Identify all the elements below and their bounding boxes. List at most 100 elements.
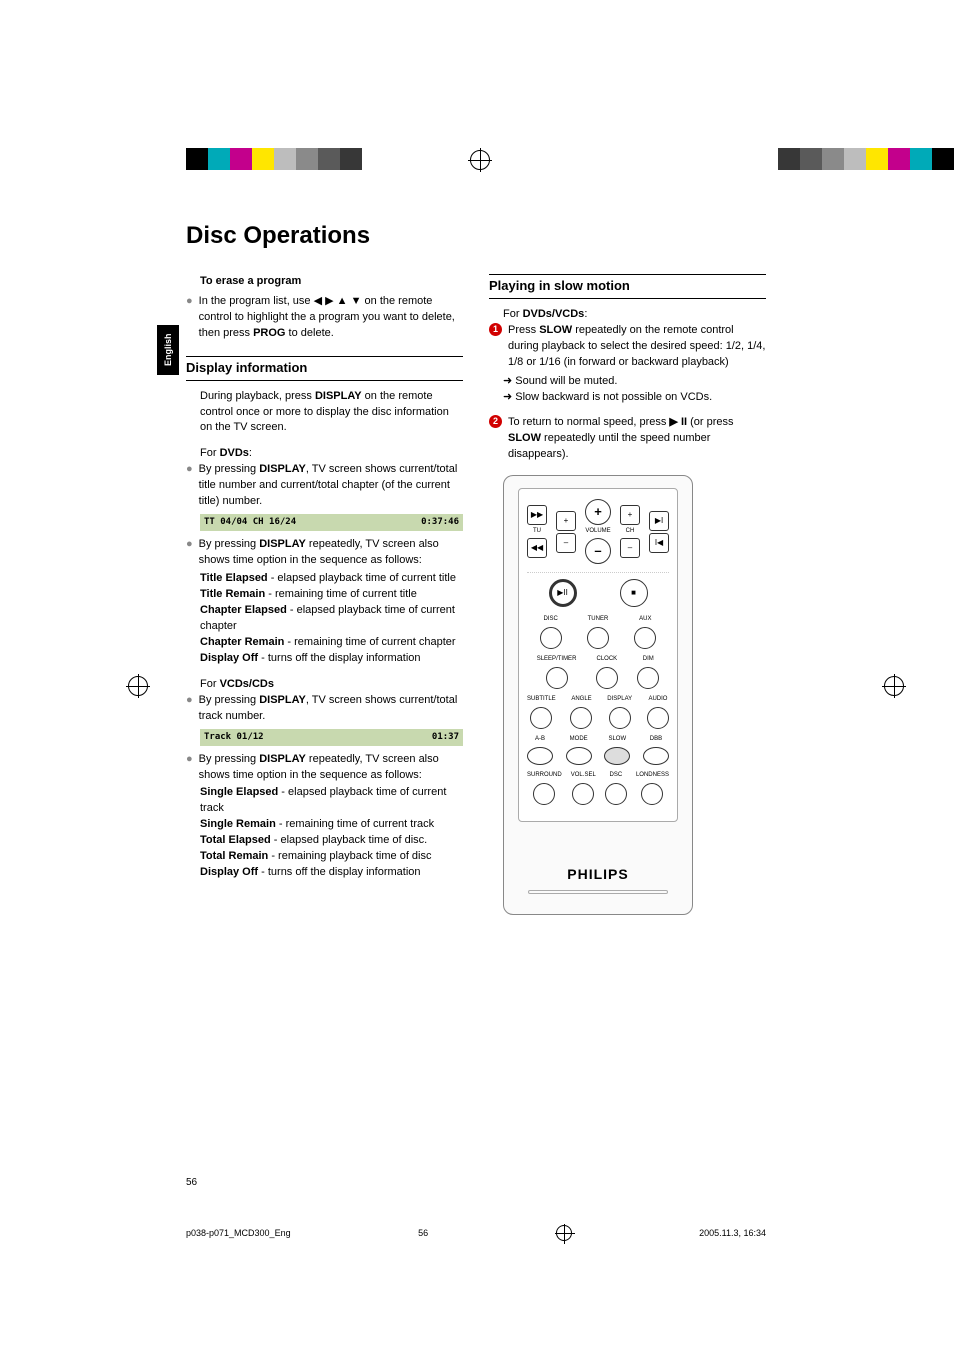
footer-page: 56 [418, 1228, 428, 1238]
dbb-label: DBB [650, 735, 662, 745]
dim-label: DIM [643, 655, 654, 665]
plus-button: + [556, 511, 576, 531]
minus-button: – [556, 533, 576, 553]
slow-arrow-2: ➜ Slow backward is not possible on VCDs. [503, 390, 766, 406]
mode-button [566, 747, 592, 765]
single-remain: Single Remain - remaining time of curren… [200, 817, 463, 833]
clock-label: CLOCK [597, 655, 618, 665]
remote-control-illustration: ▶▶ TU ◀◀ + – + VOLUME – [503, 475, 693, 915]
next-button: ▶I [649, 511, 669, 531]
dsc-label: DSC [610, 771, 623, 781]
tuner-label: TUNER [588, 615, 609, 625]
bullet-icon: ● [186, 693, 193, 725]
display-off-2: Display Off - turns off the display info… [200, 865, 463, 881]
bullet-icon: ● [186, 537, 193, 569]
vol-up-button: + [585, 499, 611, 525]
surround-button [533, 783, 555, 805]
angle-label: ANGLE [571, 695, 591, 705]
loudness-label: LONDNESS [636, 771, 669, 781]
ab-label: A-B [535, 735, 545, 745]
ch-down-button: – [620, 538, 640, 558]
display-button [609, 707, 631, 729]
single-elapsed: Single Elapsed - elapsed playback time o… [200, 785, 463, 817]
display-off-1: Display Off - turns off the display info… [200, 651, 463, 667]
dsc-button [605, 783, 627, 805]
tuner-button [587, 627, 609, 649]
slow-button [604, 747, 630, 765]
registration-mark [470, 150, 490, 170]
chapter-remain: Chapter Remain - remaining time of curre… [200, 635, 463, 651]
step-2-text: To return to normal speed, press ▶ II (o… [508, 415, 766, 463]
bullet-icon: ● [186, 462, 193, 510]
erase-body: In the program list, use ◀ ▶ ▲ ▼ on the … [199, 294, 463, 342]
display-intro: During playback, press DISPLAY on the re… [200, 389, 463, 437]
dvds-bullet-1: By pressing DISPLAY, TV screen shows cur… [199, 462, 463, 510]
page-number: 56 [186, 1177, 197, 1188]
volume-label: VOLUME [585, 527, 610, 536]
ffwd-button: ▶▶ [527, 505, 547, 525]
dim-button [637, 667, 659, 689]
philips-logo: PHILIPS [567, 864, 628, 884]
dvds-bullet-2: By pressing DISPLAY repeatedly, TV scree… [199, 537, 463, 569]
angle-button [570, 707, 592, 729]
tu-label: TU [533, 527, 541, 536]
left-column: To erase a program ● In the program list… [186, 274, 463, 915]
registration-mark-right [884, 676, 904, 696]
for-vcds-label: For VCDs/CDs [200, 677, 463, 693]
erase-title: To erase a program [200, 274, 463, 290]
aux-button [634, 627, 656, 649]
registration-mark-footer [556, 1225, 572, 1241]
dvd-display-bar: TT 04/04 CH 16/24 0:37:46 [200, 514, 463, 531]
page-content: Disc Operations To erase a program ● In … [186, 222, 766, 915]
loudness-button [641, 783, 663, 805]
footer: p038-p071_MCD300_Eng 56 2005.11.3, 16:34 [186, 1225, 766, 1241]
clock-button [596, 667, 618, 689]
for-dvds-vcds-label: For DVDs/VCDs: [503, 307, 766, 323]
dvd-bar-right: 0:37:46 [421, 516, 459, 529]
footer-datetime: 2005.11.3, 16:34 [699, 1228, 766, 1238]
mode-label: MODE [570, 735, 588, 745]
sleep-button [546, 667, 568, 689]
disc-label: DISC [543, 615, 557, 625]
title-remain: Title Remain - remaining time of current… [200, 587, 463, 603]
surround-label: SURROUND [527, 771, 562, 781]
rew-button: ◀◀ [527, 538, 547, 558]
disc-button [540, 627, 562, 649]
subtitle-button [530, 707, 552, 729]
dvd-bar-left: TT 04/04 CH 16/24 [204, 516, 296, 529]
ch-label: CH [626, 527, 635, 536]
vcds-bullet-1: By pressing DISPLAY, TV screen shows cur… [199, 693, 463, 725]
sleep-label: SLEEP/TIMER [537, 655, 577, 665]
vcds-bullet-2: By pressing DISPLAY repeatedly, TV scree… [199, 752, 463, 784]
vcd-bar-right: 01:37 [432, 731, 459, 744]
vcd-bar-left: Track 01/12 [204, 731, 264, 744]
audio-label: AUDIO [648, 695, 667, 705]
slow-motion-heading: Playing in slow motion [489, 274, 766, 299]
chapter-elapsed: Chapter Elapsed - elapsed playback time … [200, 603, 463, 635]
aux-label: AUX [639, 615, 651, 625]
bullet-icon: ● [186, 294, 193, 342]
slow-arrow-1: ➜ Sound will be muted. [503, 374, 766, 390]
audio-button [647, 707, 669, 729]
color-bars-left [186, 148, 362, 170]
step-1-icon: 1 [489, 323, 502, 336]
stop-button: ■ [620, 579, 648, 607]
step-2-icon: 2 [489, 415, 502, 428]
prev-button: I◀ [649, 533, 669, 553]
subtitle-label: SUBTITLE [527, 695, 556, 705]
page-title: Disc Operations [186, 222, 766, 250]
volsel-button [572, 783, 594, 805]
bullet-icon: ● [186, 752, 193, 784]
play-pause-button: ▶II [549, 579, 577, 607]
registration-mark-left [128, 676, 148, 696]
color-bars-right [778, 148, 954, 170]
step-1-text: Press SLOW repeatedly on the remote cont… [508, 323, 766, 371]
footer-file: p038-p071_MCD300_Eng [186, 1228, 291, 1238]
ch-up-button: + [620, 505, 640, 525]
for-dvds-label: For DVDs: [200, 446, 463, 462]
total-elapsed: Total Elapsed - elapsed playback time of… [200, 833, 463, 849]
vcd-display-bar: Track 01/12 01:37 [200, 729, 463, 746]
display-label: DISPLAY [607, 695, 632, 705]
right-column: Playing in slow motion For DVDs/VCDs: 1 … [489, 274, 766, 915]
ab-button [527, 747, 553, 765]
